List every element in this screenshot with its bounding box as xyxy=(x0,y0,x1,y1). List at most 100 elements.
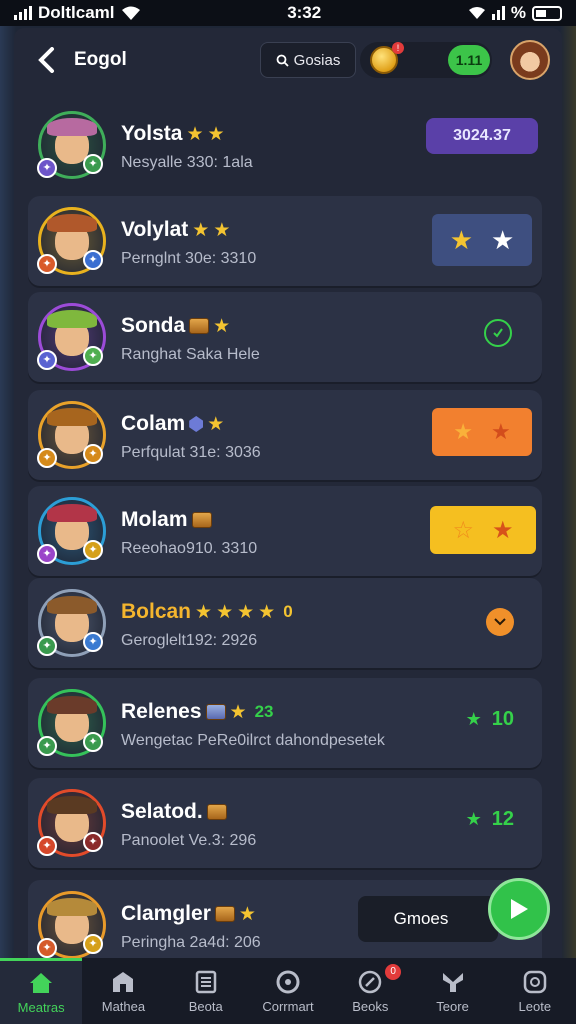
star-icon: ★ xyxy=(449,224,473,255)
back-button[interactable] xyxy=(26,40,66,80)
player-card[interactable]: ✦ ✦ Sonda ★ Ranghat Saka Hele xyxy=(28,292,542,382)
class-badge: ✦ xyxy=(37,448,57,468)
rating-button[interactable]: ★ ★ xyxy=(432,214,532,266)
gem-icon xyxy=(189,416,204,432)
star-icon: ★ xyxy=(465,809,482,829)
player-name: Sonda xyxy=(121,314,186,337)
signal-icon xyxy=(14,6,32,20)
player-subtitle: Perfqulat 31e: 3036 xyxy=(121,444,261,461)
player-avatar[interactable]: ✦ ✦ xyxy=(37,303,106,371)
player-name: Selatod. xyxy=(121,800,203,823)
avatar-hat xyxy=(47,504,97,522)
player-avatar[interactable]: ✦ ✦ xyxy=(37,207,106,275)
play-button[interactable] xyxy=(488,878,550,940)
chest-icon xyxy=(205,704,226,720)
wifi-icon xyxy=(468,7,485,19)
chest-icon xyxy=(206,804,227,820)
player-subtitle: Geroglelt192: 2926 xyxy=(121,632,258,649)
class-badge: ✦ xyxy=(83,154,103,174)
level-badge[interactable]: 1.11 xyxy=(448,45,490,75)
star-icon: ★ xyxy=(207,123,225,145)
player-name: Colam xyxy=(121,412,186,435)
nav-item-beota[interactable]: Beota xyxy=(165,958,247,1024)
avatar-hat xyxy=(47,310,97,328)
status-time: 3:32 xyxy=(287,3,322,22)
player-card[interactable]: ✦ ✦ Yolsta ★ ★ Nesyalle 330: 1ala 3024.37 xyxy=(28,100,542,190)
star-icon: ★ xyxy=(207,413,225,435)
wifi-icon xyxy=(121,6,140,20)
battery-icon xyxy=(532,5,562,21)
chevron-down-button[interactable] xyxy=(486,608,514,636)
player-card[interactable]: ✦ ✦ Colam ★ Perfqulat 31e: 3036 ★ ★ xyxy=(28,390,542,480)
chest-icon xyxy=(191,512,212,528)
count-badge: ★ 12 xyxy=(466,808,514,831)
player-name: Yolsta xyxy=(121,122,183,145)
player-name-row: Volylat ★ ★ xyxy=(121,218,230,242)
nav-item-corrmart[interactable]: Corrmart xyxy=(247,958,329,1024)
check-button[interactable] xyxy=(484,319,512,347)
player-avatar[interactable]: ✦ ✦ xyxy=(37,789,106,857)
player-card[interactable]: ✦ ✦ Relenes ★ 23 Wengetac PeRe0ilrct dahondpe… xyxy=(28,678,542,768)
count-value: 10 xyxy=(491,708,514,730)
score-badge[interactable]: 3024.37 xyxy=(426,118,538,154)
notification-badge: 0 xyxy=(385,964,402,980)
player-subtitle: Wengetac PeRe0ilrct dahondpesetek xyxy=(121,732,385,749)
rating-button[interactable]: ★ ★ xyxy=(432,408,532,456)
star-icon: ★ xyxy=(216,601,234,623)
avatar-hat xyxy=(47,696,97,714)
star-icon: ★ xyxy=(192,219,210,241)
status-bar: Doltlcaml 3:32 % xyxy=(0,0,576,26)
class-badge: ✦ xyxy=(83,832,103,852)
games-button[interactable]: Gmoes xyxy=(358,896,498,942)
star-icon: ★ xyxy=(491,419,511,444)
player-card[interactable]: ✦ ✦ Volylat ★ ★ Pernglnt 30e: 3310 ★ ★ xyxy=(28,196,542,286)
tool-icon xyxy=(440,969,466,995)
player-card[interactable]: ✦ ✦ Bolcan ★ ★ ★ ★ 0 Geroglelt192: 2926 xyxy=(28,578,542,668)
avatar-hat xyxy=(47,118,97,136)
star-icon: ★ xyxy=(492,516,514,544)
nav-item-meatras[interactable]: Meatras xyxy=(0,958,83,1024)
search-placeholder: Gosias xyxy=(293,51,341,69)
search-input[interactable]: Gosias xyxy=(260,42,356,78)
currency-pill[interactable]: ! 1.11 xyxy=(360,42,492,78)
player-name: Bolcan xyxy=(121,600,192,623)
player-avatar[interactable]: ✦ ✦ xyxy=(37,497,106,565)
player-card[interactable]: ✦ ✦ Molam Reeohao910. 3310 ☆ ★ xyxy=(28,486,542,576)
class-badge: ✦ xyxy=(37,254,57,274)
store-icon xyxy=(110,969,136,995)
player-card[interactable]: ✦ ✦ Selatod. Panoolet Ve.3: 296 ★ 12 xyxy=(28,778,542,868)
games-button-label: Gmoes xyxy=(393,909,449,928)
player-avatar[interactable]: ✦ ✦ xyxy=(37,111,106,179)
chest-icon xyxy=(189,318,210,334)
player-name-row: Sonda ★ xyxy=(121,314,230,338)
nav-label: Mathea xyxy=(101,998,146,1014)
class-badge: ✦ xyxy=(37,350,57,370)
profile-avatar[interactable] xyxy=(510,40,550,80)
class-badge: ✦ xyxy=(37,158,57,178)
player-avatar[interactable]: ✦ ✦ xyxy=(37,589,106,657)
nav-item-teore[interactable]: Teore xyxy=(411,958,493,1024)
player-name: Volylat xyxy=(121,218,189,241)
player-name-row: Selatod. xyxy=(121,800,227,824)
player-name-row: Yolsta ★ ★ xyxy=(121,122,225,146)
player-subtitle: Ranghat Saka Hele xyxy=(121,346,260,363)
nav-item-beoks[interactable]: Beoks 0 xyxy=(329,958,411,1024)
class-badge: ✦ xyxy=(83,250,103,270)
player-avatar[interactable]: ✦ ✦ xyxy=(37,401,106,469)
nav-label: Beota xyxy=(188,998,223,1014)
nav-item-mathea[interactable]: Mathea xyxy=(82,958,164,1024)
rating-button[interactable]: ☆ ★ xyxy=(430,506,536,554)
player-name-row: Clamgler ★ xyxy=(121,902,256,926)
player-name: Clamgler xyxy=(121,902,211,925)
star-icon: ★ xyxy=(237,601,255,623)
nav-item-leote[interactable]: Leote xyxy=(494,958,576,1024)
bonus-value: 23 xyxy=(254,702,274,721)
star-icon: ☆ xyxy=(452,516,474,544)
battery-percent: % xyxy=(510,3,526,22)
class-badge: ✦ xyxy=(37,938,57,958)
player-name-row: Relenes ★ 23 xyxy=(121,700,274,724)
star-icon: ★ xyxy=(186,123,204,145)
star-icon: ★ xyxy=(229,701,247,723)
player-avatar[interactable]: ✦ ✦ xyxy=(37,689,106,757)
player-avatar[interactable]: ✦ ✦ xyxy=(37,891,106,959)
